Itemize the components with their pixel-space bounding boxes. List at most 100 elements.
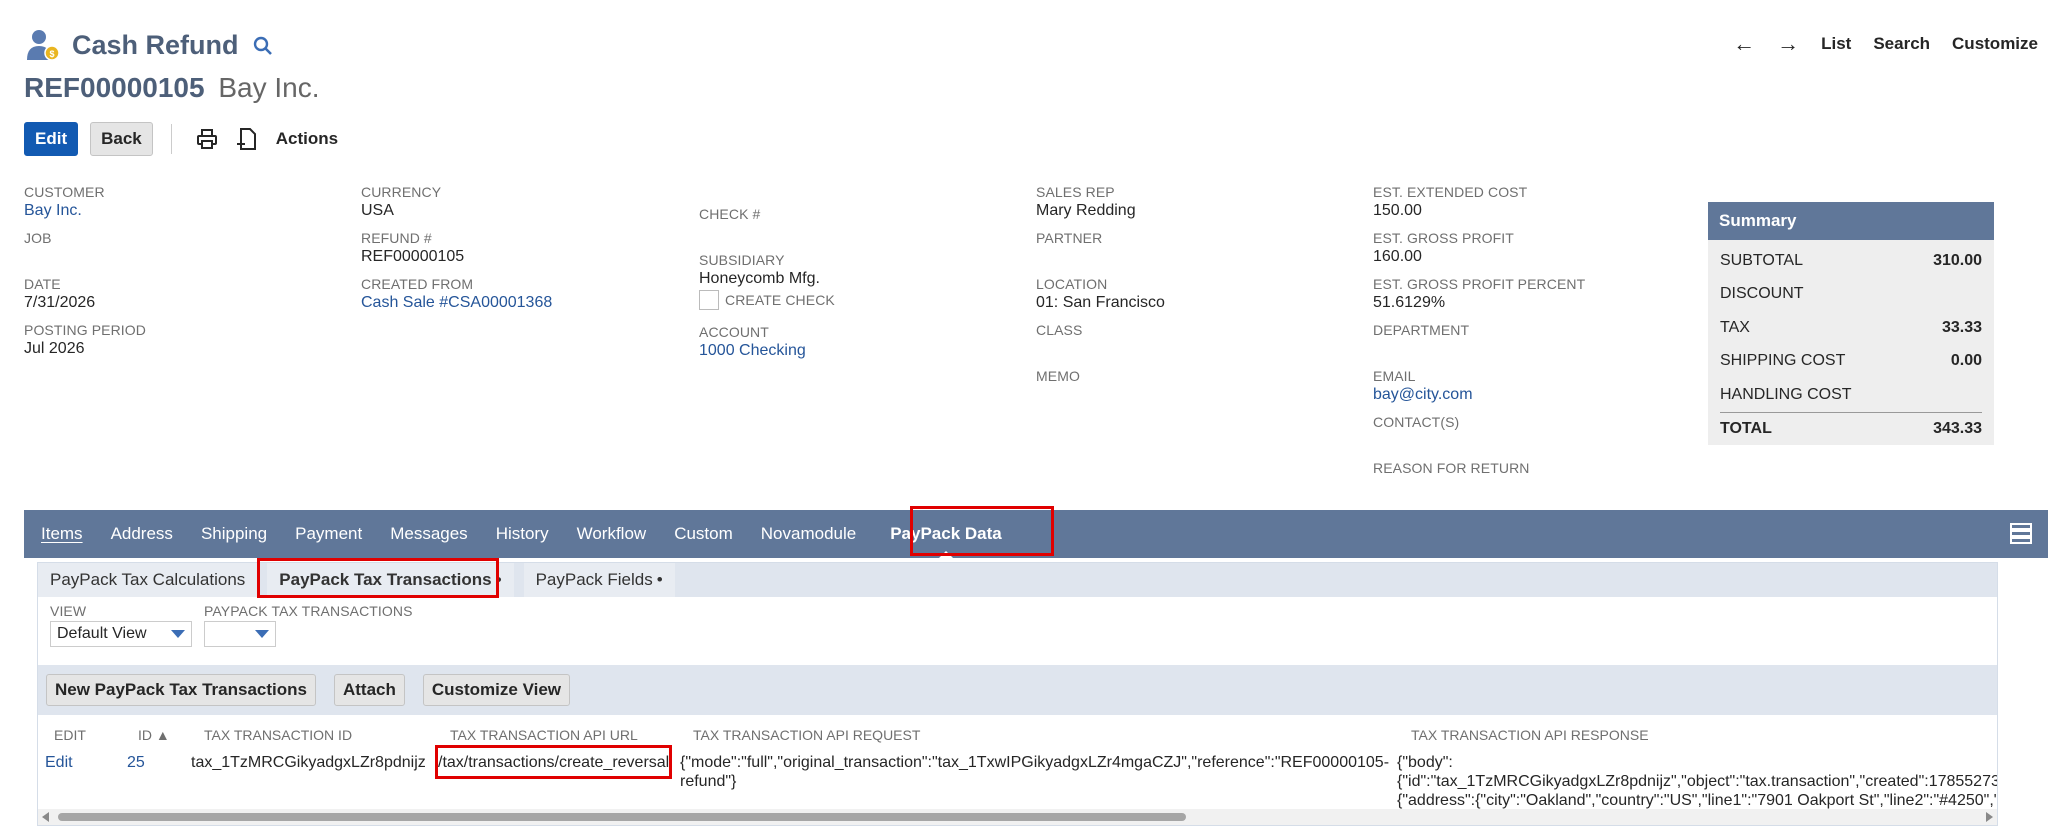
row-api-request-line: refund"} — [680, 773, 737, 790]
est-gp-percent-field: EST. GROSS PROFIT PERCENT 51.6129% — [1373, 276, 1585, 312]
chevron-down-icon — [255, 630, 269, 638]
tab-shipping[interactable]: Shipping — [187, 510, 281, 558]
partner-label: PARTNER — [1036, 230, 1103, 246]
subtab-label: PayPack Tax Calculations — [50, 570, 246, 589]
posting-period-value: Jul 2026 — [24, 340, 85, 357]
scroll-left-icon[interactable] — [42, 812, 49, 822]
est-gross-profit-value: 160.00 — [1373, 248, 1422, 265]
column-header-edit: EDIT — [54, 727, 86, 743]
sales-rep-field: SALES REP Mary Redding — [1036, 184, 1136, 220]
divider — [170, 124, 172, 154]
column-header-api-response[interactable]: TAX TRANSACTION API RESPONSE — [1411, 727, 1649, 743]
back-button[interactable]: Back — [90, 122, 153, 156]
department-field: DEPARTMENT — [1373, 322, 1469, 338]
summary-label: HANDLING COST — [1720, 385, 1852, 403]
location-value: 01: San Francisco — [1036, 294, 1165, 311]
account-link[interactable]: 1000 Checking — [699, 342, 806, 360]
email-link[interactable]: bay@city.com — [1373, 386, 1473, 404]
tab-messages[interactable]: Messages — [376, 510, 481, 558]
search-icon[interactable] — [253, 36, 273, 61]
subtab-label: PayPack Tax Transactions — [279, 570, 492, 589]
horizontal-scrollbar[interactable] — [38, 809, 1997, 825]
column-header-api-url[interactable]: TAX TRANSACTION API URL — [450, 727, 638, 743]
est-gp-percent-label: EST. GROSS PROFIT PERCENT — [1373, 276, 1586, 292]
filter-select[interactable] — [204, 621, 276, 647]
summary-rows: SUBTOTAL 310.00 DISCOUNT TAX 33.33 SHIPP… — [1708, 240, 1994, 445]
create-check-label: CREATE CHECK — [725, 292, 835, 308]
column-header-txn-id[interactable]: TAX TRANSACTION ID — [204, 727, 352, 743]
new-transaction-button[interactable]: New PayPack Tax Transactions — [46, 674, 316, 706]
currency-field: CURRENCY USA — [361, 184, 441, 220]
summary-label: SUBTOTAL — [1720, 251, 1803, 269]
subsidiary-label: SUBSIDIARY — [699, 252, 785, 268]
sales-rep-value: Mary Redding — [1036, 202, 1136, 219]
record-title-row: $ Cash Refund — [24, 26, 273, 64]
tab-address[interactable]: Address — [97, 510, 187, 558]
scroll-right-icon[interactable] — [1986, 812, 1993, 822]
list-link[interactable]: List — [1821, 34, 1851, 54]
memo-label: MEMO — [1036, 368, 1080, 384]
subtab-tax-transactions[interactable]: PayPack Tax Transactions • — [267, 563, 514, 597]
department-label: DEPARTMENT — [1373, 322, 1470, 338]
arrow-right-icon[interactable]: → — [1777, 33, 1799, 55]
reason-field: REASON FOR RETURN — [1373, 460, 1530, 476]
subtab-label: PayPack Fields — [535, 570, 653, 589]
summary-row-shipping: SHIPPING COST 0.00 — [1708, 345, 1994, 379]
arrow-left-icon[interactable]: ← — [1733, 33, 1755, 55]
edit-button[interactable]: Edit — [24, 122, 79, 156]
date-field: DATE 7/31/2026 — [24, 276, 95, 312]
tab-paypack-data[interactable]: PayPack Data — [874, 510, 1018, 558]
customer-label: CUSTOMER — [24, 184, 105, 200]
est-gp-percent-value: 51.6129% — [1373, 294, 1446, 311]
row-edit-link[interactable]: Edit — [45, 753, 73, 772]
view-label: VIEW — [50, 603, 87, 619]
view-select-value: Default View — [57, 625, 147, 642]
contacts-label: CONTACT(S) — [1373, 414, 1460, 430]
svg-text:$: $ — [49, 49, 54, 59]
create-check-checkbox[interactable] — [699, 290, 719, 310]
attach-button[interactable]: Attach — [333, 674, 405, 706]
summary-value: 33.33 — [1941, 318, 1982, 336]
summary-label: TAX — [1720, 318, 1750, 336]
refund-number-label: REFUND # — [361, 230, 432, 246]
column-header-api-request[interactable]: TAX TRANSACTION API REQUEST — [693, 727, 920, 743]
subtab-paypack-fields[interactable]: PayPack Fields • — [523, 563, 675, 597]
customer-field: CUSTOMER Bay Inc. — [24, 184, 105, 220]
created-from-link[interactable]: Cash Sale #CSA00001368 — [361, 294, 552, 312]
row-api-response: {"body": {"id":"tax_1TzMRCGikyadgxLZr8pd… — [1397, 753, 1997, 810]
summary-row-handling: HANDLING COST — [1708, 378, 1994, 412]
summary-title: Summary — [1708, 202, 1994, 240]
job-field: JOB — [24, 230, 52, 246]
row-api-request-line: {"mode":"full","original_transaction":"t… — [680, 754, 1390, 771]
tab-payment[interactable]: Payment — [281, 510, 376, 558]
subtab-tax-calculations[interactable]: PayPack Tax Calculations — [38, 563, 258, 597]
actions-menu[interactable]: Actions — [276, 129, 338, 149]
summary-total-label: TOTAL — [1720, 419, 1772, 437]
date-value: 7/31/2026 — [24, 294, 96, 311]
account-field: ACCOUNT 1000 Checking — [699, 324, 806, 360]
print-icon[interactable] — [196, 128, 218, 150]
customize-view-button[interactable]: Customize View — [422, 674, 571, 706]
date-label: DATE — [24, 276, 61, 292]
scrollbar-thumb[interactable] — [58, 813, 1186, 821]
tab-history[interactable]: History — [482, 510, 563, 558]
tab-custom[interactable]: Custom — [660, 510, 747, 558]
row-id-link[interactable]: 25 — [127, 753, 145, 772]
refund-number-field: REFUND # REF00000105 — [361, 230, 464, 266]
tab-novamodule[interactable]: Novamodule — [747, 510, 870, 558]
tab-workflow[interactable]: Workflow — [563, 510, 661, 558]
column-header-id[interactable]: ID ▲ — [138, 727, 170, 743]
class-field: CLASS — [1036, 322, 1082, 338]
currency-value: USA — [361, 202, 394, 219]
menu-icon[interactable] — [2010, 522, 2032, 549]
new-document-icon[interactable] — [236, 127, 258, 151]
tab-items[interactable]: Items — [24, 510, 97, 558]
view-select[interactable]: Default View — [50, 621, 192, 647]
customize-link[interactable]: Customize — [1952, 34, 2038, 54]
subtab-bar: Items Address Shipping Payment Messages … — [24, 510, 2048, 558]
account-label: ACCOUNT — [699, 324, 769, 340]
search-link[interactable]: Search — [1873, 34, 1930, 54]
customer-link[interactable]: Bay Inc. — [24, 202, 105, 220]
action-bar: Edit Back Actions — [24, 122, 338, 156]
record-identifier: REF00000105 Bay Inc. — [24, 72, 320, 104]
